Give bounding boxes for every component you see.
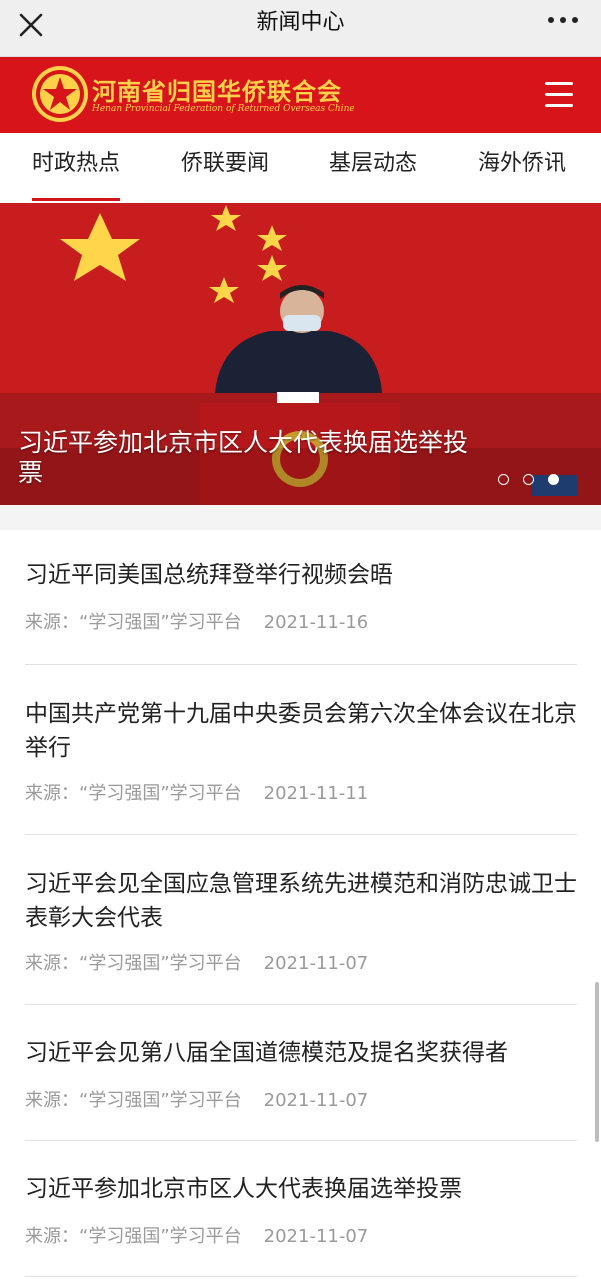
tab-federation-news[interactable]: 侨联要闻 bbox=[181, 133, 269, 203]
site-header: 河南省归国华侨联合会 Henan Provincial Federation o… bbox=[0, 57, 601, 133]
brand-name: 河南省归国华侨联合会 bbox=[92, 77, 342, 106]
news-source: 来源：“学习强国”学习平台 bbox=[25, 953, 242, 974]
news-date: 2021-11-11 bbox=[263, 783, 369, 804]
active-tab-indicator bbox=[32, 198, 121, 201]
tab-label: 侨联要闻 bbox=[181, 151, 270, 176]
divider bbox=[25, 664, 577, 665]
tab-overseas-news[interactable]: 海外侨讯 bbox=[478, 133, 566, 203]
carousel-dot-active[interactable] bbox=[548, 474, 559, 485]
news-date: 2021-11-07 bbox=[263, 1226, 369, 1247]
divider bbox=[25, 1140, 577, 1141]
scrollbar[interactable] bbox=[595, 982, 599, 1142]
tab-label: 基层动态 bbox=[329, 151, 418, 176]
divider bbox=[25, 834, 577, 835]
carousel-dot[interactable] bbox=[498, 474, 509, 485]
news-title: 习近平同美国总统拜登举行视频会晤 bbox=[25, 562, 393, 588]
tab-current-affairs[interactable]: 时政热点 bbox=[32, 133, 121, 203]
news-meta: 来源：“学习强国”学习平台 2021-11-07 bbox=[25, 1086, 368, 1112]
news-meta: 来源：“学习强国”学习平台 2021-11-16 bbox=[25, 608, 368, 634]
category-tabs: 时政热点 侨联要闻 基层动态 海外侨讯 bbox=[0, 133, 601, 203]
tab-label: 海外侨讯 bbox=[478, 151, 567, 176]
news-date: 2021-11-16 bbox=[263, 612, 369, 633]
news-date: 2021-11-07 bbox=[263, 953, 369, 974]
top-nav-bar: 新闻中心 bbox=[0, 0, 601, 57]
page-title: 新闻中心 bbox=[256, 10, 345, 35]
news-title: 习近平参加北京市区人大代表换届选举投票 bbox=[25, 1176, 462, 1202]
news-item[interactable]: 习近平会见第八届全国道德模范及提名奖获得者 来源：“学习强国”学习平台 2021-… bbox=[25, 1036, 577, 1116]
news-source: 来源：“学习强国”学习平台 bbox=[25, 1090, 242, 1111]
tab-grassroots[interactable]: 基层动态 bbox=[329, 133, 417, 203]
banner-caption[interactable]: 习近平参加北京市区人大代表换届选举投票 bbox=[18, 428, 488, 488]
news-meta: 来源：“学习强国”学习平台 2021-11-11 bbox=[25, 779, 368, 805]
news-source: 来源：“学习强国”学习平台 bbox=[25, 612, 242, 633]
divider bbox=[25, 1276, 577, 1277]
news-source: 来源：“学习强国”学习平台 bbox=[25, 1226, 242, 1247]
news-title: 习近平会见第八届全国道德模范及提名奖获得者 bbox=[25, 1040, 508, 1066]
hamburger-menu-icon[interactable] bbox=[545, 82, 573, 108]
news-title: 习近平会见全国应急管理系统先进模范和消防忠诚卫士表彰大会代表 bbox=[25, 871, 577, 931]
more-icon[interactable] bbox=[543, 8, 583, 36]
news-date: 2021-11-07 bbox=[263, 1090, 369, 1111]
news-source: 来源：“学习强国”学习平台 bbox=[25, 783, 242, 804]
news-item[interactable]: 习近平会见全国应急管理系统先进模范和消防忠诚卫士表彰大会代表 来源：“学习强国”… bbox=[25, 867, 577, 979]
brand-name-english: Henan Provincial Federation of Returned … bbox=[92, 104, 354, 114]
carousel-dot[interactable] bbox=[523, 474, 534, 485]
divider bbox=[25, 1004, 577, 1005]
federation-logo[interactable] bbox=[30, 64, 90, 124]
news-meta: 来源：“学习强国”学习平台 2021-11-07 bbox=[25, 1222, 368, 1248]
section-divider bbox=[0, 505, 601, 530]
tab-label: 时政热点 bbox=[32, 151, 121, 176]
news-item[interactable]: 习近平同美国总统拜登举行视频会晤 来源：“学习强国”学习平台 2021-11-16 bbox=[25, 558, 577, 638]
news-item[interactable]: 中国共产党第十九届中央委员会第六次全体会议在北京举行 来源：“学习强国”学习平台… bbox=[25, 697, 577, 809]
news-item[interactable]: 习近平参加北京市区人大代表换届选举投票 来源：“学习强国”学习平台 2021-11… bbox=[25, 1172, 577, 1252]
news-meta: 来源：“学习强国”学习平台 2021-11-07 bbox=[25, 949, 368, 975]
news-title: 中国共产党第十九届中央委员会第六次全体会议在北京举行 bbox=[25, 701, 577, 761]
